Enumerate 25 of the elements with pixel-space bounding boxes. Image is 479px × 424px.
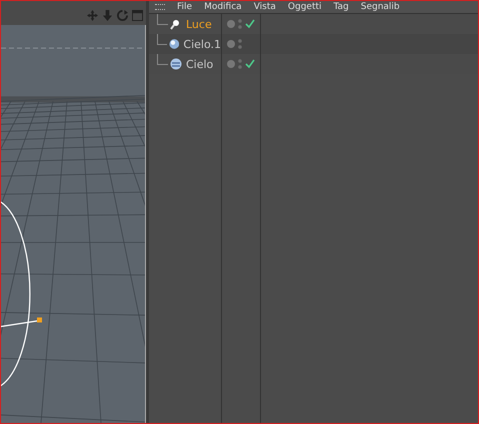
menu-item[interactable]: Vista bbox=[254, 2, 276, 12]
visibility-dots-icon[interactable] bbox=[238, 59, 242, 69]
object-name[interactable]: Luce bbox=[186, 18, 212, 30]
sky-icon bbox=[170, 58, 182, 70]
grip-icon[interactable] bbox=[155, 4, 165, 10]
rotate-icon[interactable] bbox=[117, 10, 128, 20]
menu-item[interactable]: Modifica bbox=[204, 2, 242, 12]
layer-dot-icon[interactable] bbox=[227, 40, 235, 48]
window-icon[interactable] bbox=[132, 10, 143, 20]
visibility-dots-icon[interactable] bbox=[238, 39, 242, 49]
layer-dot-icon[interactable] bbox=[227, 20, 235, 28]
light-icon bbox=[170, 18, 182, 30]
menu-item[interactable]: File bbox=[177, 2, 192, 12]
sphere-icon bbox=[168, 38, 180, 50]
object-name[interactable]: Cielo.1 bbox=[183, 38, 221, 50]
object-name[interactable]: Cielo bbox=[186, 58, 214, 70]
check-icon[interactable] bbox=[245, 59, 255, 69]
layer-dot-icon[interactable] bbox=[227, 60, 235, 68]
visibility-dots-icon[interactable] bbox=[238, 19, 242, 29]
move-icon[interactable] bbox=[87, 10, 98, 20]
menu-item[interactable]: Tag bbox=[334, 2, 349, 12]
menu-item[interactable]: Segnalib bbox=[360, 2, 400, 12]
menu-item[interactable]: Oggetti bbox=[288, 2, 322, 12]
arrow-down-icon[interactable] bbox=[102, 10, 113, 20]
check-icon[interactable] bbox=[245, 19, 255, 29]
